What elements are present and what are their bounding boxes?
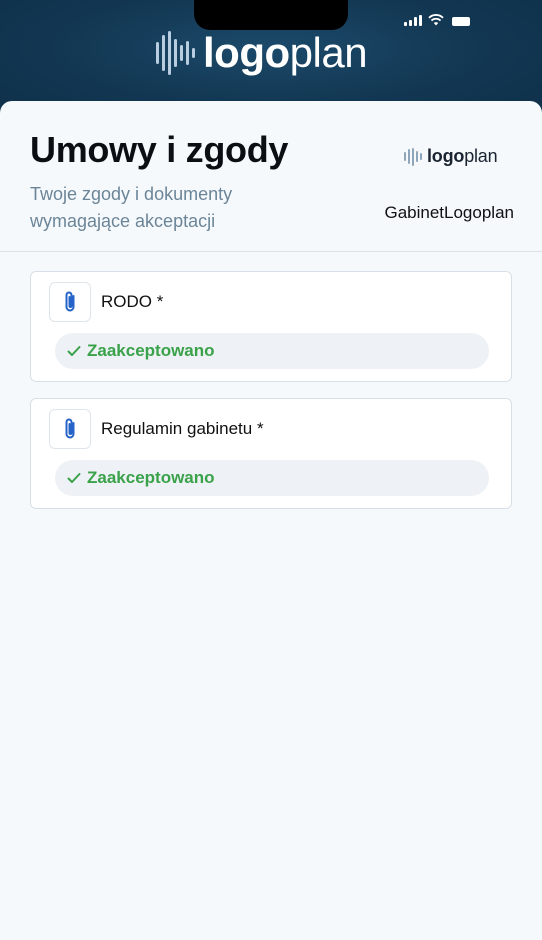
logo-waveform-icon [156, 30, 195, 76]
clinic-logo: logoplan [404, 146, 498, 167]
paperclip-icon [49, 282, 91, 322]
mini-waveform-icon [404, 147, 422, 166]
page-subtitle: Twoje zgody i dokumenty wymagające akcep… [30, 184, 233, 231]
device-notch [194, 0, 348, 30]
status-badge: Zaakceptowano [55, 333, 489, 369]
document-title: RODO * [101, 292, 164, 311]
status-label: Zaakceptowano [87, 341, 215, 360]
content-sheet: Umowy i zgody Twoje zgody i dokumenty wy… [0, 101, 542, 940]
page-title: Umowy i zgody [30, 129, 289, 170]
page-header: Umowy i zgody Twoje zgody i dokumenty wy… [0, 101, 542, 252]
battery-icon [452, 17, 470, 26]
document-title: Regulamin gabinetu * [101, 419, 264, 438]
wifi-icon [428, 14, 444, 26]
check-icon [67, 345, 81, 357]
status-label: Zaakceptowano [87, 468, 215, 487]
paperclip-icon [49, 409, 91, 449]
document-card-rodo[interactable]: RODO * Zaakceptowano [30, 271, 512, 382]
status-bar [404, 14, 470, 26]
logo-wordmark: logoplan [203, 29, 368, 76]
document-card-regulamin[interactable]: Regulamin gabinetu * Zaakceptowano [30, 398, 512, 509]
clinic-name: GabinetLogoplan [384, 203, 514, 222]
status-badge: Zaakceptowano [55, 460, 489, 496]
cellular-signal-icon [404, 15, 422, 26]
check-icon [67, 472, 81, 484]
app-logo: logoplan [156, 29, 368, 76]
